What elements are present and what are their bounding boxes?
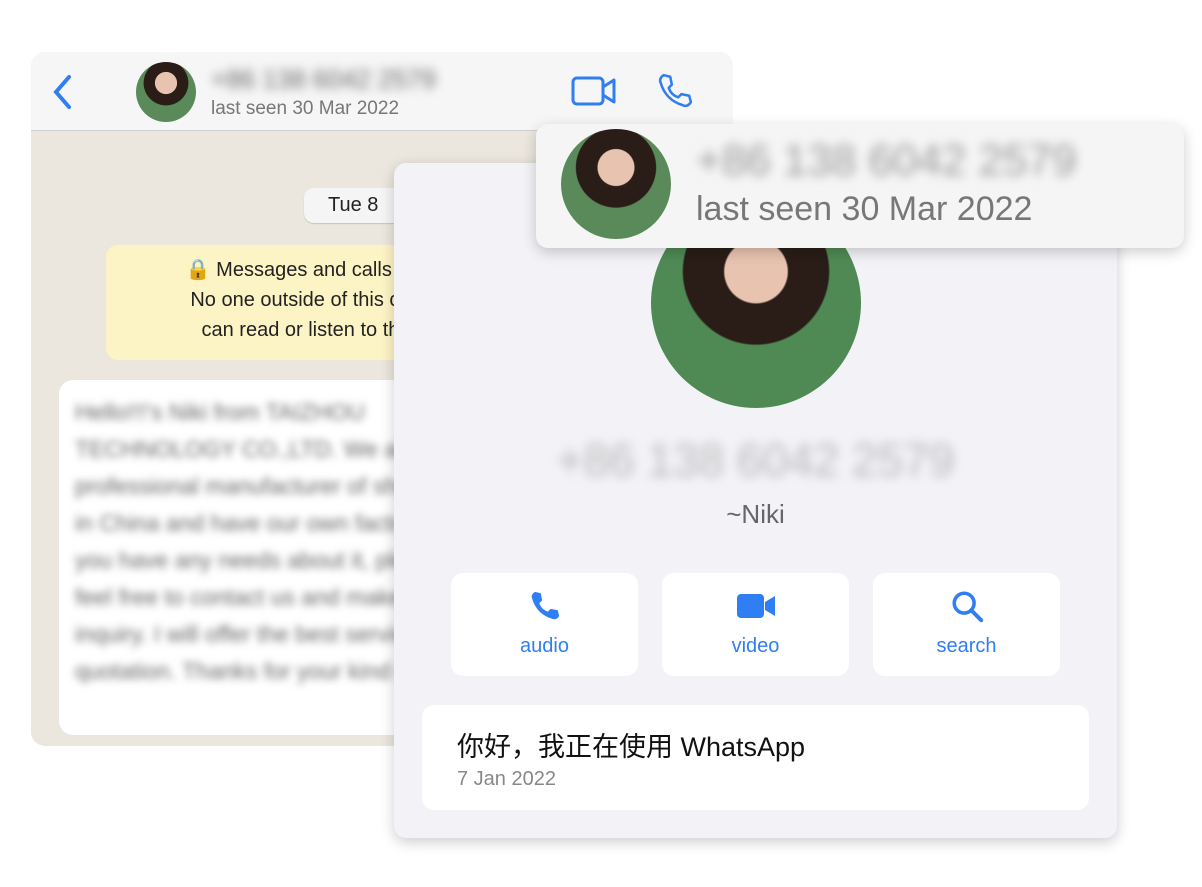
last-seen: last seen 30 Mar 2022 [696, 190, 1033, 228]
video-icon [736, 594, 775, 618]
date-chip: Tue 8 [304, 188, 403, 223]
avatar[interactable] [561, 129, 671, 239]
audio-button[interactable]: audio [451, 573, 638, 676]
search-button[interactable]: search [873, 573, 1060, 676]
chat-header: +86 138 6042 2579 last seen 30 Mar 2022 [31, 52, 733, 131]
about-text: 你好，我正在使用 WhatsApp [457, 732, 806, 762]
phone-icon [531, 591, 559, 620]
phone-call-icon[interactable] [656, 72, 694, 110]
search-icon [951, 591, 983, 623]
avatar[interactable] [136, 62, 196, 122]
back-chevron-icon[interactable] [51, 74, 75, 110]
contact-phone: +86 138 6042 2579 [556, 434, 955, 486]
contact-header-popup: +86 138 6042 2579 last seen 30 Mar 2022 [536, 124, 1184, 248]
video-button[interactable]: video [662, 573, 849, 676]
last-seen: last seen 30 Mar 2022 [211, 98, 400, 119]
contact-phone: +86 138 6042 2579 [211, 64, 436, 94]
about-card[interactable]: 你好，我正在使用 WhatsApp 7 Jan 2022 [422, 705, 1089, 810]
contact-info-panel: +86 138 6042 2579 ~Niki audio video sear… [394, 163, 1117, 838]
contact-nickname: ~Niki [726, 499, 785, 529]
about-date: 7 Jan 2022 [457, 768, 556, 790]
lock-icon: 🔒 [185, 259, 211, 281]
video-call-icon[interactable] [571, 74, 617, 108]
contact-phone: +86 138 6042 2579 [696, 136, 1077, 185]
